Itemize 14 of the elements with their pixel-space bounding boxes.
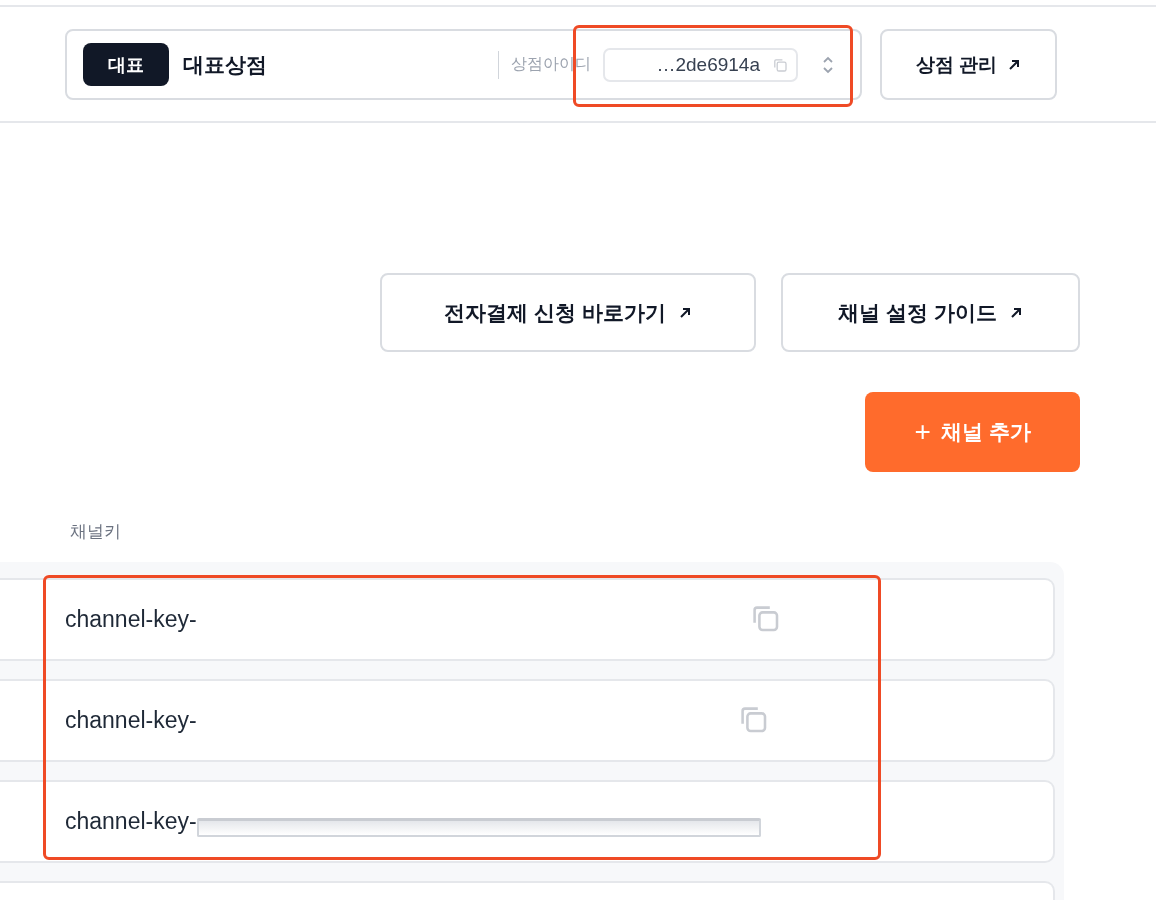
column-header: 채널키 <box>70 521 122 543</box>
channel-key: channel-key- <box>65 808 197 835</box>
link-button[interactable]: 채널 설정 가이드 <box>781 273 1080 352</box>
representative-badge: 대표 <box>83 43 169 86</box>
channel-key: channel-key- <box>65 606 197 633</box>
external-link-icon <box>1007 57 1022 72</box>
store-name: 대표상점 <box>183 51 268 78</box>
up-down-chevron-icon[interactable] <box>822 54 834 75</box>
channel-key: channel-key- <box>65 707 197 734</box>
store-manage-button[interactable]: 상점 관리 <box>880 29 1057 100</box>
copy-icon[interactable] <box>772 56 788 73</box>
plus-icon: + <box>914 416 931 448</box>
store-id: …2de6914a <box>656 53 760 76</box>
link-button[interactable]: 전자결제 신청 바로가기 <box>380 273 756 352</box>
